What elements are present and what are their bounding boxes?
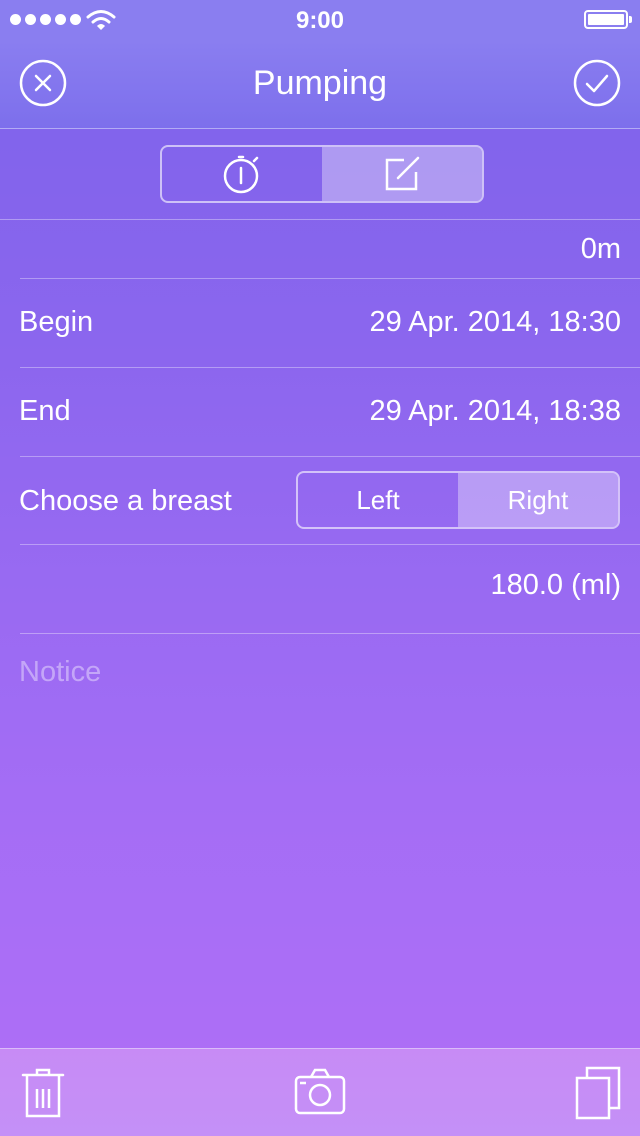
delete-button[interactable] [20, 1067, 66, 1124]
divider [20, 367, 640, 368]
manual-mode-tab[interactable] [322, 147, 482, 201]
copy-button[interactable] [574, 1065, 624, 1126]
divider [20, 456, 640, 457]
mode-segmented-control [160, 145, 484, 203]
begin-value: 29 Apr. 2014, 18:30 [369, 306, 621, 338]
breast-segmented-control: Left Right [296, 471, 620, 529]
copy-icon [575, 1066, 621, 1120]
navigation-bar: Pumping [0, 40, 640, 129]
breast-label: Choose a breast [19, 485, 232, 517]
duration-value[interactable]: 0m [581, 233, 621, 266]
volume-value[interactable]: 180.0 (ml) [490, 569, 621, 602]
begin-label: Begin [19, 306, 94, 338]
end-value: 29 Apr. 2014, 18:38 [369, 395, 621, 427]
breast-right-option[interactable]: Right [458, 473, 618, 527]
battery-icon [584, 10, 632, 29]
divider [0, 219, 640, 220]
breast-left-option[interactable]: Left [298, 473, 458, 527]
status-bar: 9:00 [0, 0, 640, 40]
camera-icon [294, 1068, 346, 1115]
timer-mode-tab[interactable] [162, 147, 322, 201]
divider [20, 278, 640, 279]
edit-icon [385, 156, 420, 191]
divider [20, 633, 640, 634]
save-button[interactable] [572, 58, 622, 108]
status-time: 9:00 [295, 7, 345, 34]
page-title: Pumping [252, 64, 388, 102]
notice-field[interactable] [19, 656, 619, 689]
checkmark-circle-icon [573, 59, 621, 107]
stopwatch-icon [223, 155, 259, 194]
divider [20, 544, 640, 545]
camera-button[interactable] [294, 1067, 346, 1122]
trash-icon [21, 1068, 65, 1118]
bottom-toolbar [0, 1048, 640, 1136]
end-label: End [19, 395, 71, 427]
